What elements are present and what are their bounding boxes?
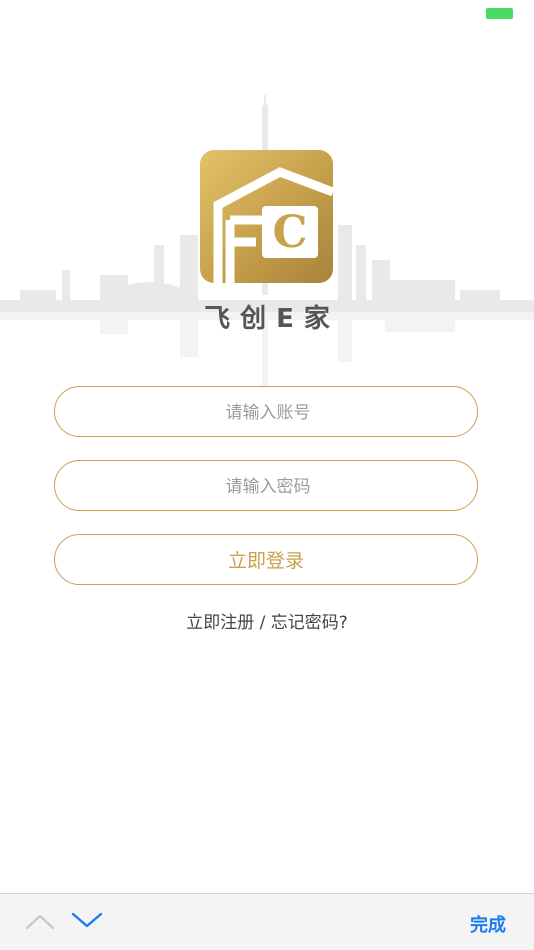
auth-links: 立即注册 / 忘记密码? [0, 608, 534, 633]
chevron-up-icon[interactable] [24, 910, 56, 932]
keyboard-toolbar: 完成 [0, 893, 534, 950]
password-input[interactable] [55, 461, 481, 512]
account-field[interactable] [54, 386, 481, 438]
account-input[interactable] [55, 387, 481, 438]
links-separator: / [254, 613, 271, 633]
login-button[interactable]: 立即登录 [54, 534, 478, 585]
logo-letter-c: C [272, 207, 307, 258]
done-button[interactable]: 完成 [470, 911, 506, 937]
battery-icon [486, 8, 513, 19]
password-field[interactable] [54, 460, 481, 512]
register-link[interactable]: 立即注册 [186, 613, 254, 633]
chevron-down-icon[interactable] [70, 909, 104, 931]
brand-name: 飞创E家 [204, 304, 340, 334]
app-logo: C [200, 150, 333, 283]
forgot-password-link[interactable]: 忘记密码? [271, 613, 348, 633]
